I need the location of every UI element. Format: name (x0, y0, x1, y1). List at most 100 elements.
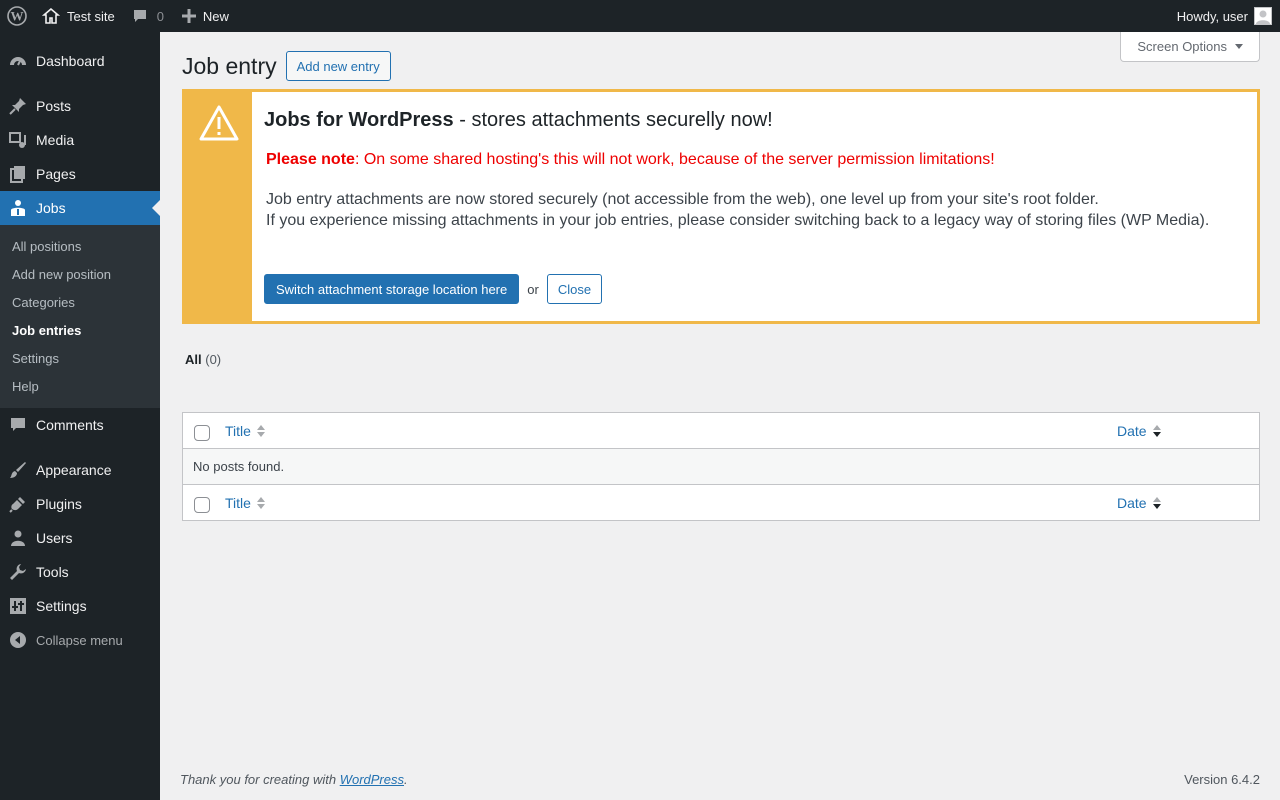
sort-arrows-icon (1152, 496, 1161, 509)
user-avatar-icon (1256, 10, 1270, 24)
title-column-label: Title (225, 422, 251, 439)
footer-version: Version 6.4.2 (1184, 772, 1260, 787)
sort-arrows-icon (256, 424, 265, 437)
comment-icon (9, 416, 27, 434)
user-icon (9, 529, 27, 547)
notice-actions: Switch attachment storage location here … (264, 274, 603, 304)
sidebar-item-label: Dashboard (36, 53, 105, 69)
footer-thanks: Thank you for creating with WordPress. (180, 772, 408, 787)
sidebar-item-dashboard[interactable]: Dashboard (0, 44, 160, 78)
submenu-add-new-position[interactable]: Add new position (0, 260, 160, 288)
site-name: Test site (67, 8, 115, 24)
my-account-link[interactable]: Howdy, user (1177, 0, 1272, 32)
notice-warning-rest: : On some shared hosting's this will not… (354, 151, 995, 168)
sidebar-item-label: Users (36, 530, 73, 546)
sidebar-item-posts[interactable]: Posts (0, 89, 160, 123)
sidebar-item-settings[interactable]: Settings (0, 589, 160, 623)
notice-warning: Please note: On some shared hosting's th… (266, 151, 1245, 169)
sort-arrows-icon (256, 496, 265, 509)
sort-arrows-icon (1152, 424, 1161, 437)
select-all-checkbox[interactable] (194, 424, 210, 441)
switch-storage-button[interactable]: Switch attachment storage location here (264, 274, 520, 304)
caret-down-icon (1235, 44, 1243, 49)
submenu-job-entries[interactable]: Job entries (0, 316, 160, 344)
date-column-footer[interactable]: Date (1117, 495, 1161, 511)
sidebar-item-label: Plugins (36, 496, 82, 512)
plug-icon (9, 495, 27, 513)
sidebar-item-label: Posts (36, 98, 72, 114)
sidebar-item-label: Pages (36, 166, 76, 182)
screen-options-button[interactable]: Screen Options (1120, 32, 1260, 62)
date-column-header[interactable]: Date (1117, 423, 1161, 439)
submenu-categories[interactable]: Categories (0, 288, 160, 316)
admin-bar: W Test site 0 New Howdy, user (0, 0, 1280, 32)
notice-heading-rest: - stores attachments securelly now! (453, 109, 773, 131)
comments-link[interactable]: 0 (115, 0, 164, 32)
status-filter: All (0) (185, 352, 221, 367)
collapse-menu-button[interactable]: Collapse menu (0, 623, 160, 657)
sidebar-item-label: Settings (36, 598, 87, 614)
date-column-label: Date (1117, 494, 1147, 511)
sidebar-item-label: Media (36, 132, 75, 148)
submenu-settings[interactable]: Settings (0, 344, 160, 372)
select-all-checkbox-footer[interactable] (194, 496, 210, 513)
wrench-icon (9, 563, 27, 581)
sidebar-item-jobs[interactable]: Jobs (0, 191, 160, 225)
media-icon (9, 131, 27, 149)
notice-info-line1: Job entry attachments are now stored sec… (266, 191, 1099, 208)
howdy-text: Howdy, user (1176, 8, 1248, 24)
add-new-entry-button[interactable]: Add new entry (285, 51, 391, 81)
settings-sliders-icon (9, 597, 27, 615)
title-column-label: Title (225, 494, 251, 511)
submenu-help[interactable]: Help (0, 372, 160, 400)
main-content: Screen Options Job entry Add new entry J… (160, 32, 1280, 800)
warning-icon (199, 105, 238, 141)
wordpress-link[interactable]: WordPress (340, 772, 404, 787)
sidebar-item-pages[interactable]: Pages (0, 157, 160, 191)
title-column-footer[interactable]: Title (225, 495, 265, 511)
jobs-submenu: All positions Add new position Categorie… (0, 225, 160, 408)
notice-stripe (185, 92, 252, 321)
wordpress-logo-button[interactable]: W (0, 0, 34, 32)
page-heading: Job entry Add new entry (182, 51, 391, 81)
collapse-arrow-icon (9, 631, 27, 649)
notice-warning-bold: Please note (266, 151, 355, 168)
comments-count: 0 (156, 8, 164, 24)
dashboard-icon (9, 52, 27, 70)
sidebar-item-media[interactable]: Media (0, 123, 160, 157)
table-footer-row: Title Date (183, 484, 1259, 520)
sidebar-item-plugins[interactable]: Plugins (0, 487, 160, 521)
sidebar-item-users[interactable]: Users (0, 521, 160, 555)
sidebar-item-tools[interactable]: Tools (0, 555, 160, 589)
jobs-icon (9, 199, 27, 217)
sidebar-item-label: Tools (36, 564, 69, 580)
title-column-header[interactable]: Title (225, 423, 265, 439)
storage-notice: Jobs for WordPress - stores attachments … (182, 89, 1260, 324)
plus-icon (181, 9, 196, 23)
new-label: New (202, 8, 229, 24)
paintbrush-icon (9, 461, 27, 479)
entries-table: Title Date No posts found. Title Date (182, 412, 1260, 521)
notice-info: Job entry attachments are now stored sec… (266, 189, 1245, 231)
sidebar-item-label: Comments (36, 417, 104, 433)
footer-thanks-prefix: Thank you for creating with (180, 772, 340, 787)
pages-icon (9, 165, 27, 183)
page-title: Job entry (182, 52, 277, 79)
screen-options-label: Screen Options (1137, 39, 1227, 54)
new-content-button[interactable]: New (164, 0, 229, 32)
filter-all-count: (0) (205, 352, 222, 367)
sidebar-item-comments[interactable]: Comments (0, 408, 160, 442)
sidebar-item-appearance[interactable]: Appearance (0, 453, 160, 487)
avatar (1254, 7, 1272, 25)
comment-bubble-icon (133, 10, 146, 22)
table-header-row: Title Date (183, 413, 1259, 449)
submenu-all-positions[interactable]: All positions (0, 232, 160, 260)
home-icon (42, 7, 60, 24)
filter-all-link[interactable]: All (185, 352, 202, 367)
date-column-label: Date (1117, 422, 1147, 439)
close-notice-button[interactable]: Close (546, 274, 603, 304)
sidebar-item-label: Jobs (36, 200, 66, 216)
notice-heading-bold: Jobs for WordPress (264, 109, 454, 131)
pin-icon (9, 97, 27, 115)
site-name-link[interactable]: Test site (34, 0, 115, 32)
